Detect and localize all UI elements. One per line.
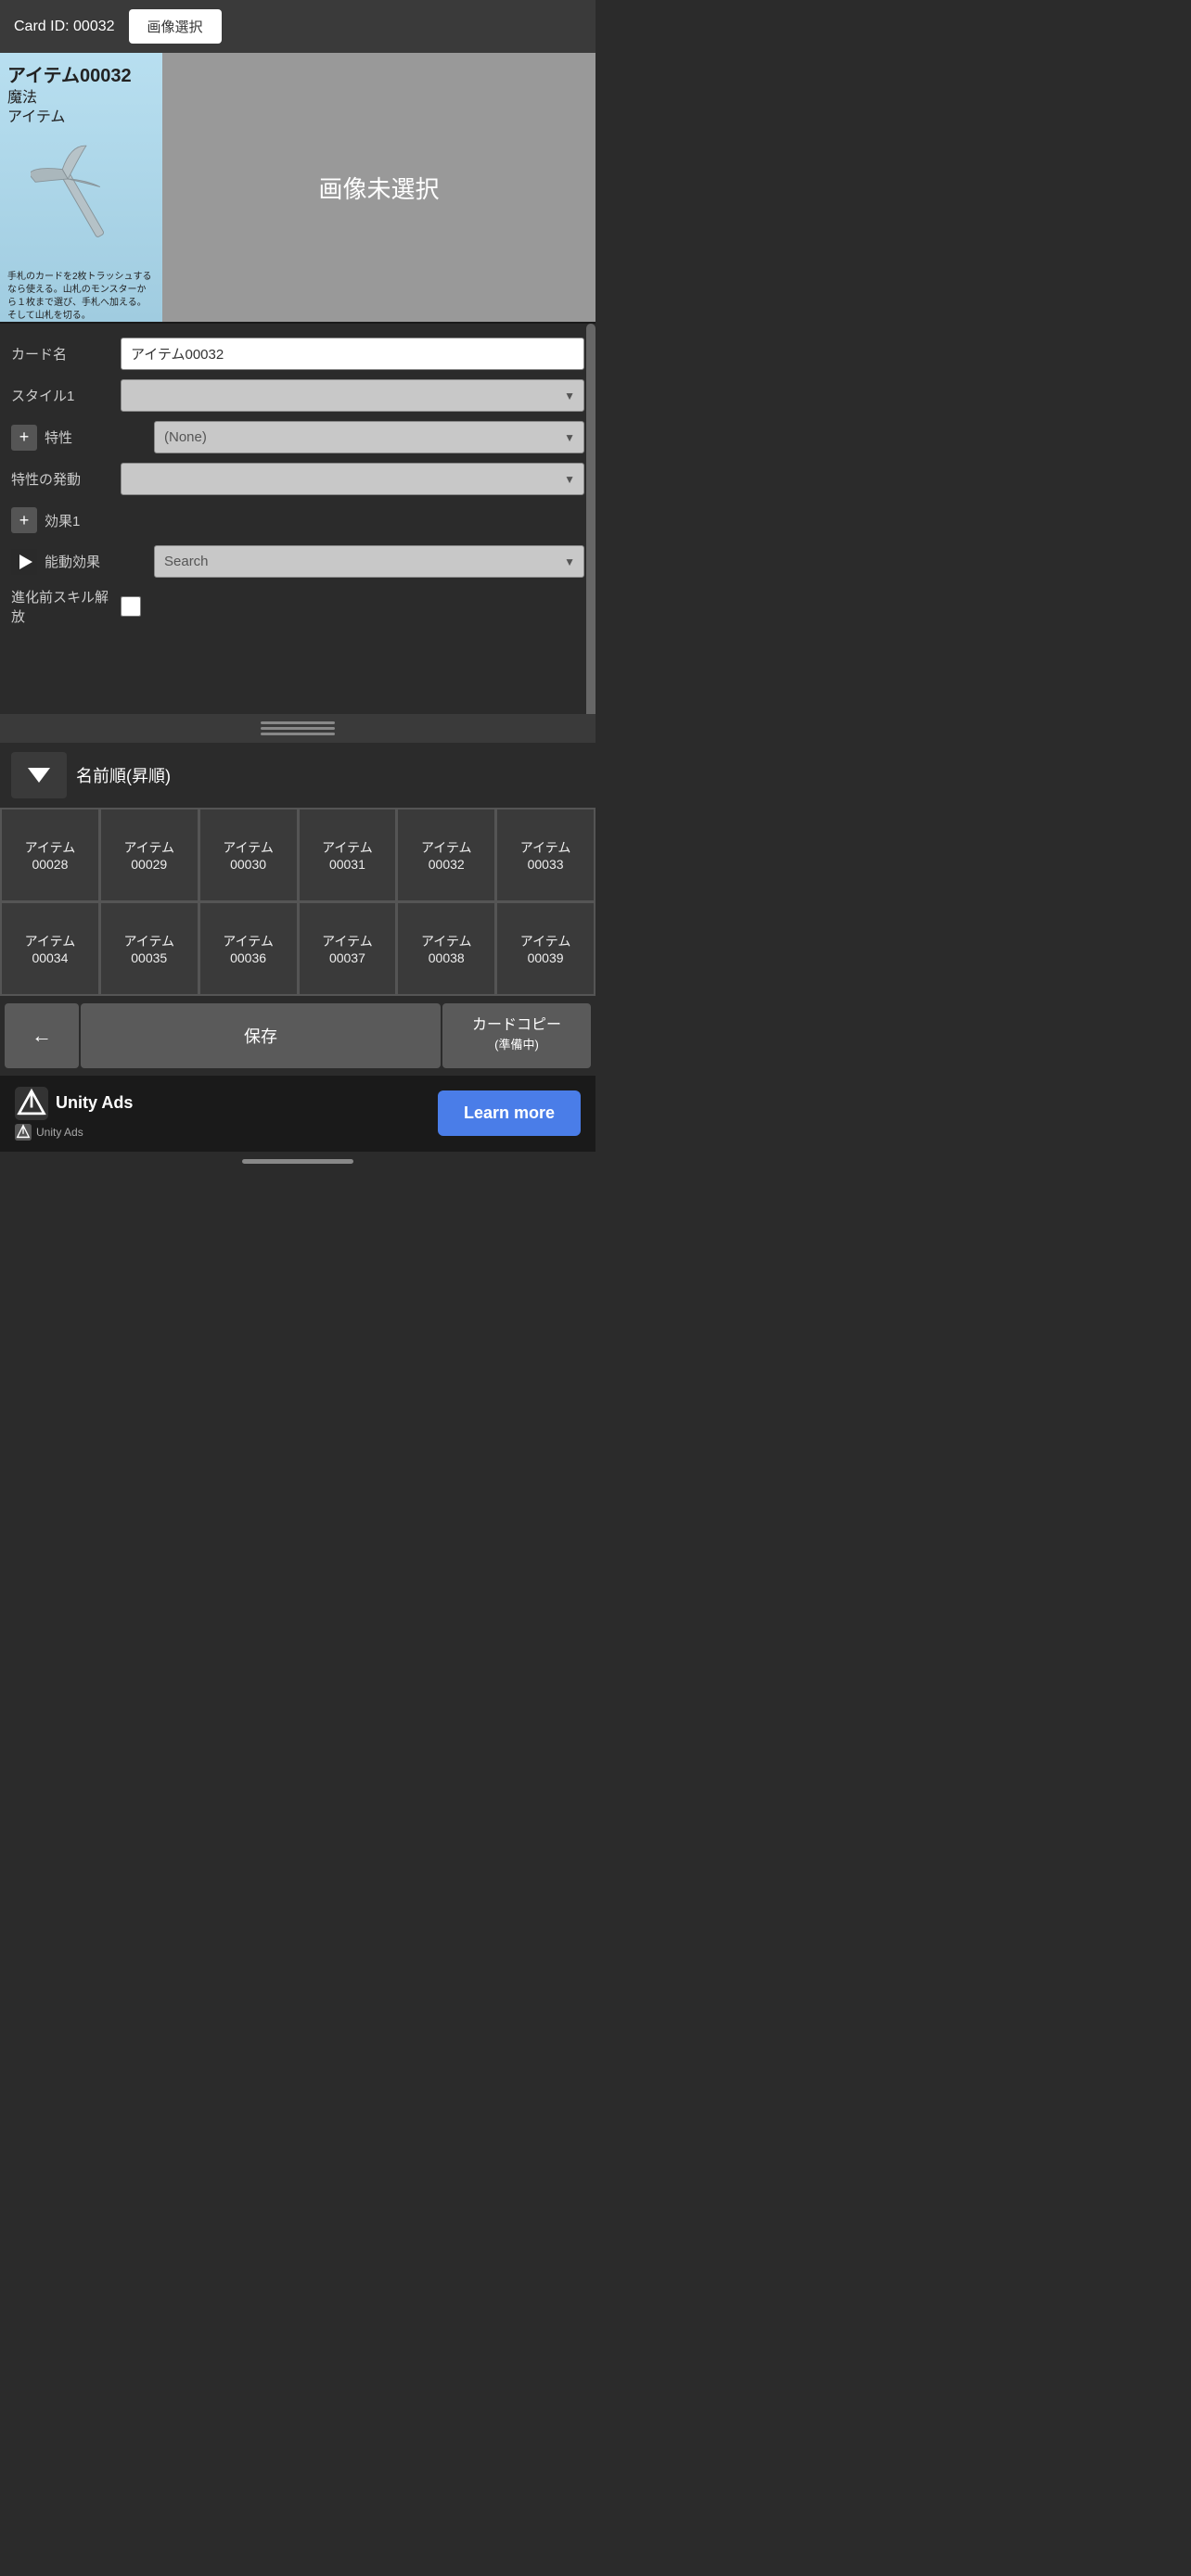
card-name-input[interactable]: [121, 338, 584, 370]
copy-button[interactable]: カードコピー(準備中): [442, 1003, 591, 1068]
divider-line-1: [261, 721, 335, 724]
grid-item-00039[interactable]: アイテム00039: [496, 902, 595, 995]
evolution-row: 進化前スキル解放: [0, 582, 596, 631]
divider-handle[interactable]: [261, 721, 335, 735]
grid-item-00031[interactable]: アイテム00031: [299, 809, 397, 901]
unity-small-icon: [15, 1124, 32, 1141]
attribute-select[interactable]: (None): [154, 421, 584, 453]
card-image-area: [7, 128, 155, 267]
home-indicator: [0, 1152, 596, 1171]
attribute-trigger-select[interactable]: [121, 463, 584, 495]
card-type1: 魔法: [7, 89, 155, 108]
grid-item-00033[interactable]: アイテム00033: [496, 809, 595, 901]
card-grid: アイテム00028 アイテム00029 アイテム00030 アイテム00031 …: [0, 808, 596, 996]
grid-item-00036[interactable]: アイテム00036: [199, 902, 298, 995]
grid-item-00028[interactable]: アイテム00028: [1, 809, 99, 901]
evolution-checkbox[interactable]: [121, 596, 141, 617]
sort-section: 名前順(昇順): [0, 743, 596, 808]
card-type2: アイテム: [7, 108, 155, 128]
ad-banner: Unity Ads Unity Ads Learn more: [0, 1076, 596, 1152]
effect1-plus-button[interactable]: +: [11, 507, 37, 533]
grid-item-00034[interactable]: アイテム00034: [1, 902, 99, 995]
unity-ads-left: Unity Ads Unity Ads: [15, 1087, 133, 1141]
card-name-label: カード名: [11, 344, 113, 363]
passive-effect-label: 能動効果: [45, 552, 147, 571]
sort-dropdown-button[interactable]: [11, 752, 67, 798]
divider-line-2: [261, 727, 335, 730]
card-preview-area: アイテム00032 魔法 アイテム 手札のカードを2枚ト: [0, 53, 596, 322]
unity-small-text: Unity Ads: [36, 1126, 83, 1139]
card-name-row: カード名: [0, 333, 596, 375]
effect1-label: 効果1: [45, 511, 147, 530]
divider-section: [0, 714, 596, 743]
evolution-label: 進化前スキル解放: [11, 587, 113, 626]
attribute-plus-button[interactable]: +: [11, 425, 37, 451]
attribute-trigger-label: 特性の発動: [11, 469, 113, 489]
passive-effect-select[interactable]: Search: [154, 545, 584, 578]
style1-select[interactable]: [121, 379, 584, 412]
card-title: アイテム00032: [7, 60, 155, 87]
style1-row: スタイル1 ▼: [0, 375, 596, 416]
card-id-label: Card ID: 00032: [14, 19, 115, 35]
save-button[interactable]: 保存: [81, 1003, 441, 1068]
scrollbar[interactable]: [586, 324, 596, 714]
grid-item-00030[interactable]: アイテム00030: [199, 809, 298, 901]
grid-item-00032[interactable]: アイテム00032: [397, 809, 495, 901]
attribute-label: 特性: [45, 427, 147, 447]
unity-small-logo: Unity Ads: [15, 1124, 133, 1141]
attribute-row: + 特性 (None) ▼: [0, 416, 596, 458]
play-icon: [19, 555, 32, 569]
learn-more-button[interactable]: Learn more: [438, 1090, 581, 1136]
unity-ads-text: Unity Ads: [56, 1093, 133, 1113]
card-preview: アイテム00032 魔法 アイテム 手札のカードを2枚ト: [0, 53, 162, 322]
grid-item-00037[interactable]: アイテム00037: [299, 902, 397, 995]
card-header: Card ID: 00032 画像選択: [0, 0, 596, 53]
effect1-row: + 効果1: [0, 500, 596, 541]
no-image-text: 画像未選択: [318, 171, 439, 205]
style1-select-wrapper: ▼: [121, 379, 584, 412]
form-section: カード名 スタイル1 ▼ + 特性 (None) ▼ 特性の発動 ▼: [0, 322, 596, 714]
attribute-select-wrapper: (None) ▼: [154, 421, 584, 453]
attribute-trigger-select-wrapper: ▼: [121, 463, 584, 495]
back-button[interactable]: ←: [5, 1003, 79, 1068]
unity-ads-icon: [15, 1087, 48, 1120]
grid-item-00029[interactable]: アイテム00029: [100, 809, 198, 901]
style1-label: スタイル1: [11, 386, 113, 405]
passive-effect-row: 能動効果 Search ▼: [0, 541, 596, 582]
pickaxe-icon: [31, 142, 133, 253]
grid-item-00038[interactable]: アイテム00038: [397, 902, 495, 995]
bottom-buttons: ← 保存 カードコピー(準備中): [0, 996, 596, 1076]
passive-effect-select-wrapper: Search ▼: [154, 545, 584, 578]
form-spacer: [0, 631, 596, 705]
play-button[interactable]: [11, 549, 37, 575]
unity-ads-logo: Unity Ads: [15, 1087, 133, 1120]
card-description: 手札のカードを2枚トラッシュするなら使える。山札のモンスターから１枚まで選び、手…: [7, 271, 155, 323]
home-bar: [242, 1159, 353, 1164]
sort-label: 名前順(昇順): [76, 763, 171, 787]
divider-line-3: [261, 733, 335, 735]
sort-triangle-icon: [28, 768, 50, 783]
no-image-area: 画像未選択: [162, 53, 596, 322]
attribute-trigger-row: 特性の発動 ▼: [0, 458, 596, 500]
grid-item-00035[interactable]: アイテム00035: [100, 902, 198, 995]
image-select-button[interactable]: 画像選択: [129, 9, 222, 44]
